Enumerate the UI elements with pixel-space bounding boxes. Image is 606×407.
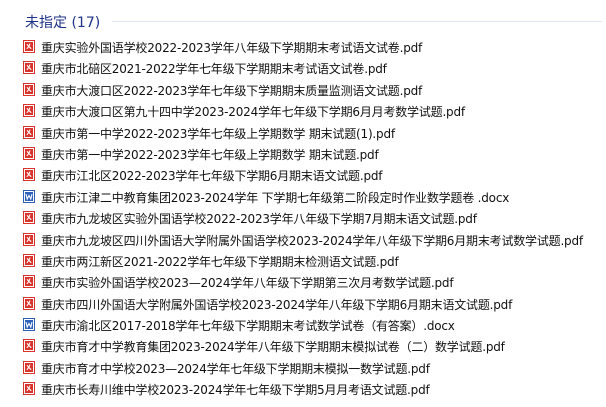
file-list-item[interactable]: 重庆市育才中学校2023—2024学年七年级下学期期末模拟一数学试题.pdf	[0, 357, 606, 378]
file-list-item[interactable]: 重庆市第一中学2022-2023学年七年级上学期数学 期末试题(1).pdf	[0, 122, 606, 143]
file-name[interactable]: 重庆市江津二中教育集团2023-2024学年 下学期七年级第二阶段定时作业数学题…	[41, 189, 509, 206]
file-list-item[interactable]: 重庆市江北区2022-2023学年七年级下学期6月期末语文试题.pdf	[0, 164, 606, 185]
pdf-file-icon	[23, 125, 35, 139]
file-name[interactable]: 重庆市长寿川维中学校2023-2024学年七年级下学期5月月考语文试题.pdf	[41, 381, 430, 398]
file-list-item[interactable]: 重庆市大渡口区2022-2023学年七年级下学期期末质量监测语文试题.pdf	[0, 79, 606, 100]
file-list-item[interactable]: 重庆市两江新区2021-2022学年七年级下学期期末检测语文试题.pdf	[0, 250, 606, 271]
file-list-item[interactable]: 重庆市北碚区2021-2022学年七年级下学期期末考试语文试卷.pdf	[0, 57, 606, 78]
file-name[interactable]: 重庆市九龙坡区四川外国语大学附属外国语学校2023-2024学年八年级下学期6月…	[41, 232, 583, 249]
file-list-item[interactable]: 重庆市九龙坡区四川外国语大学附属外国语学校2023-2024学年八年级下学期6月…	[0, 229, 606, 250]
file-list-item[interactable]: 重庆市长寿川维中学校2023-2024学年七年级下学期5月月考语文试题.pdf	[0, 378, 606, 399]
pdf-file-icon	[23, 104, 35, 118]
pdf-file-icon	[23, 82, 35, 96]
pdf-file-icon	[23, 253, 35, 267]
file-name[interactable]: 重庆市育才中学教育集团2023-2024学年八年级下学期期末模拟试卷（二）数学试…	[41, 338, 505, 355]
file-name[interactable]: 重庆市四川外国语大学附属外国语学校2023-2024学年八年级下学期6月期末语文…	[41, 296, 512, 313]
file-list-item[interactable]: 重庆市第一中学2022-2023学年七年级上学期数学 期末试题.pdf	[0, 143, 606, 164]
group-divider	[112, 21, 602, 22]
group-header[interactable]: 未指定 (17)	[0, 0, 606, 34]
pdf-file-icon	[23, 232, 35, 246]
file-list: 重庆实验外国语学校2022-2023学年八年级下学期期末考试语文试卷.pdf 重庆…	[0, 36, 606, 400]
file-name[interactable]: 重庆市九龙坡区实验外国语学校2022-2023学年八年级下学期7月期末语文试题.…	[41, 210, 477, 227]
file-name[interactable]: 重庆市第一中学2022-2023学年七年级上学期数学 期末试题(1).pdf	[41, 125, 395, 142]
file-name[interactable]: 重庆市实验外国语学校2023—2024学年八年级下学期第三次月考数学试题.pdf	[41, 274, 454, 291]
file-list-item[interactable]: 重庆市育才中学教育集团2023-2024学年八年级下学期期末模拟试卷（二）数学试…	[0, 335, 606, 356]
file-list-item[interactable]: 重庆市江津二中教育集团2023-2024学年 下学期七年级第二阶段定时作业数学题…	[0, 186, 606, 207]
file-list-item[interactable]: 重庆市四川外国语大学附属外国语学校2023-2024学年八年级下学期6月期末语文…	[0, 293, 606, 314]
file-name[interactable]: 重庆市江北区2022-2023学年七年级下学期6月期末语文试题.pdf	[41, 167, 383, 184]
word-file-icon	[23, 318, 35, 332]
file-name[interactable]: 重庆市北碚区2021-2022学年七年级下学期期末考试语文试卷.pdf	[41, 60, 387, 77]
file-name[interactable]: 重庆市大渡口区第九十四中学2023-2024学年七年级下学期6月月考数学试题.p…	[41, 103, 465, 120]
file-name[interactable]: 重庆实验外国语学校2022-2023学年八年级下学期期末考试语文试卷.pdf	[41, 39, 422, 56]
pdf-file-icon	[23, 211, 35, 225]
file-list-item[interactable]: 重庆市大渡口区第九十四中学2023-2024学年七年级下学期6月月考数学试题.p…	[0, 100, 606, 121]
pdf-file-icon	[23, 61, 35, 75]
word-file-icon	[23, 189, 35, 203]
pdf-file-icon	[23, 360, 35, 374]
file-name[interactable]: 重庆市渝北区2017-2018学年七年级下学期期末考试数学试卷（有答案）.doc…	[41, 317, 455, 334]
file-name[interactable]: 重庆市第一中学2022-2023学年七年级上学期数学 期末试题.pdf	[41, 146, 379, 163]
pdf-file-icon	[23, 40, 35, 53]
pdf-file-icon	[23, 296, 35, 310]
file-list-item[interactable]: 重庆市九龙坡区实验外国语学校2022-2023学年八年级下学期7月期末语文试题.…	[0, 207, 606, 228]
file-list-item[interactable]: 重庆实验外国语学校2022-2023学年八年级下学期期末考试语文试卷.pdf	[0, 36, 606, 57]
pdf-file-icon	[23, 382, 35, 396]
pdf-file-icon	[23, 339, 35, 353]
file-name[interactable]: 重庆市大渡口区2022-2023学年七年级下学期期末质量监测语文试题.pdf	[41, 82, 422, 99]
file-list-item[interactable]: 重庆市渝北区2017-2018学年七年级下学期期末考试数学试卷（有答案）.doc…	[0, 314, 606, 335]
file-name[interactable]: 重庆市两江新区2021-2022学年七年级下学期期末检测语文试题.pdf	[41, 253, 399, 270]
pdf-file-icon	[23, 275, 35, 289]
group-title[interactable]: 未指定 (17)	[25, 12, 100, 32]
file-name[interactable]: 重庆市育才中学校2023—2024学年七年级下学期期末模拟一数学试题.pdf	[41, 360, 430, 377]
pdf-file-icon	[23, 146, 35, 160]
file-list-item[interactable]: 重庆市实验外国语学校2023—2024学年八年级下学期第三次月考数学试题.pdf	[0, 271, 606, 292]
pdf-file-icon	[23, 168, 35, 182]
